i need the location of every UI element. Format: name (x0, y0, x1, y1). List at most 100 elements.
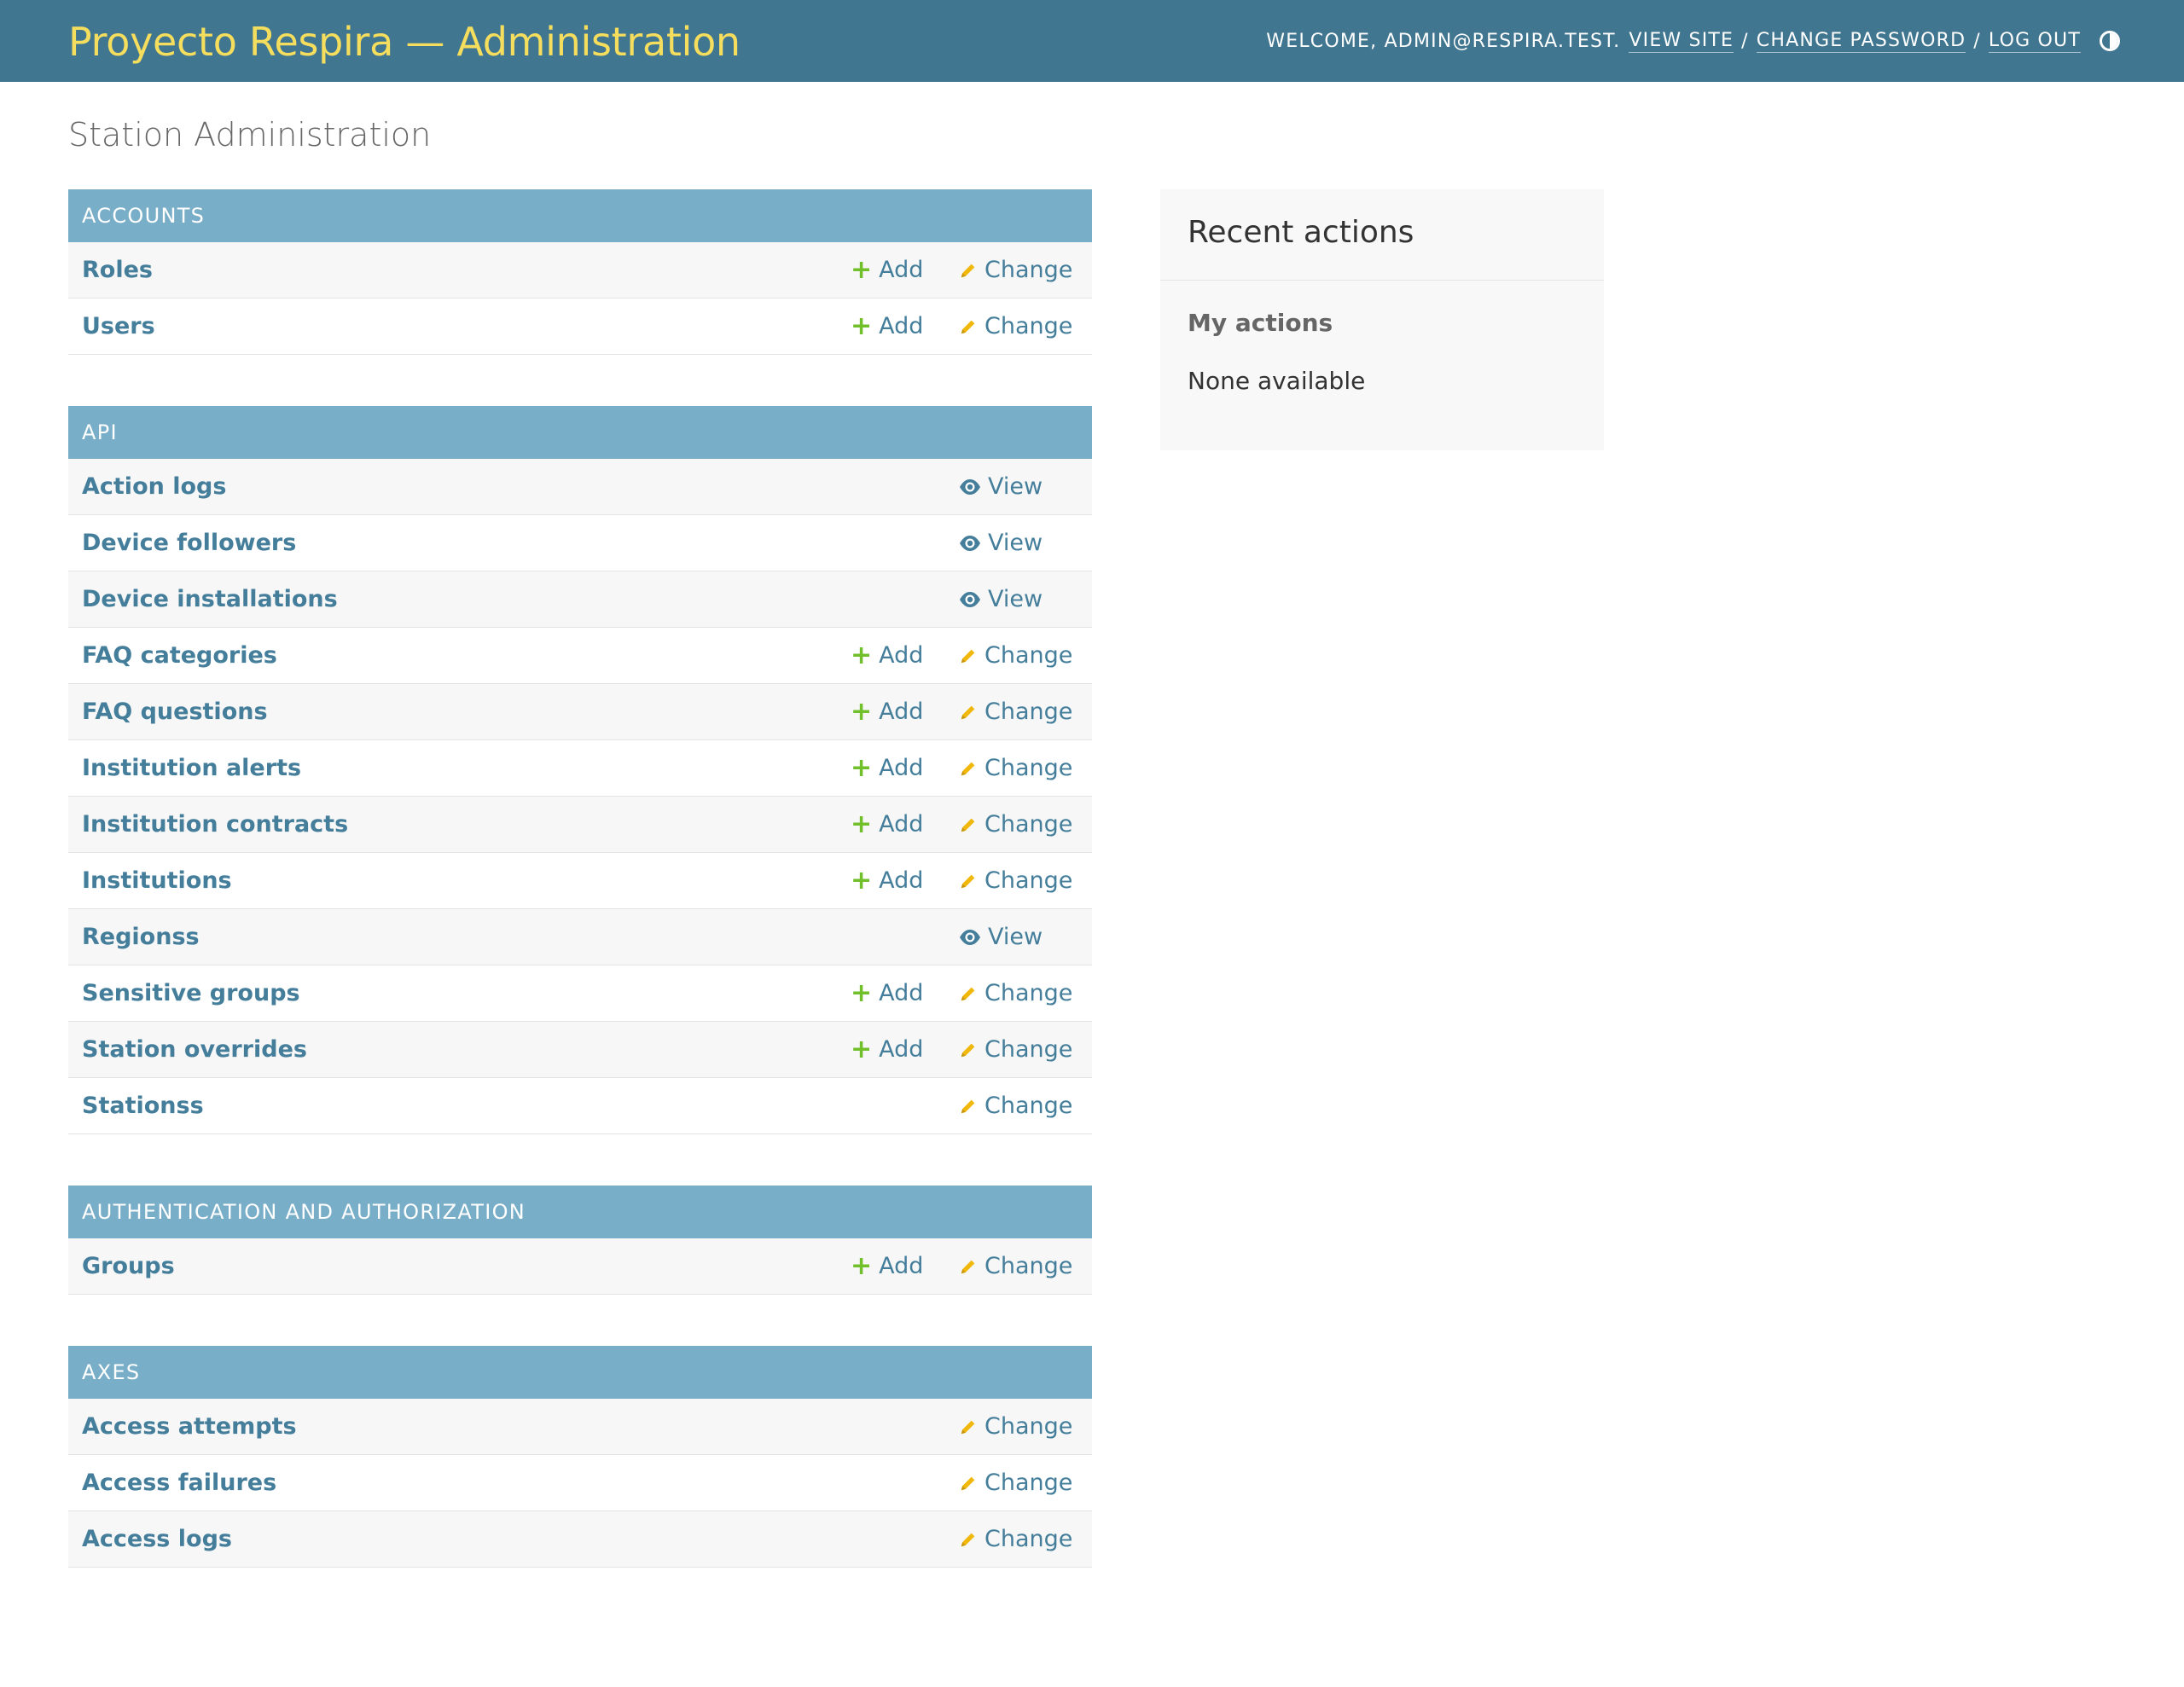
eye-icon (959, 591, 981, 608)
change-label: Change (985, 642, 1073, 669)
change-link[interactable]: Change (959, 642, 1072, 669)
change-label: Change (985, 980, 1073, 1006)
add-link[interactable]: + Add (851, 980, 923, 1006)
pencil-icon (959, 1417, 978, 1436)
add-link[interactable]: + Add (851, 1253, 923, 1279)
model-link[interactable]: Action logs (82, 473, 226, 500)
model-link[interactable]: Roles (82, 257, 153, 283)
separator: / (1973, 30, 1981, 52)
welcome-prefix: Welcome, (1266, 30, 1378, 52)
change-link[interactable]: Change (959, 313, 1072, 339)
change-link[interactable]: Change (959, 1470, 1072, 1496)
plus-icon: + (851, 310, 873, 341)
eye-icon (959, 478, 981, 496)
add-link[interactable]: + Add (851, 699, 923, 725)
add-label: Add (879, 642, 924, 669)
add-link[interactable]: + Add (851, 257, 923, 283)
site-header: Proyecto Respira — Administration Welcom… (0, 0, 2184, 82)
add-label: Add (879, 257, 924, 283)
change-password-link[interactable]: Change password (1756, 30, 1966, 53)
username: admin@respira.test (1384, 30, 1614, 52)
plus-icon: + (851, 809, 873, 839)
change-label: Change (985, 1253, 1073, 1279)
model-link[interactable]: Users (82, 313, 155, 339)
change-link[interactable]: Change (959, 1526, 1072, 1552)
module-rows: Action logs View Device followers View Devic… (68, 459, 1092, 1134)
divider (1160, 280, 1604, 281)
log-out-link[interactable]: Log out (1988, 30, 2081, 53)
add-link[interactable]: + Add (851, 811, 923, 838)
view-link[interactable]: View (959, 586, 1043, 612)
model-link[interactable]: Device followers (82, 530, 296, 556)
add-label: Add (879, 313, 924, 339)
add-label: Add (879, 980, 924, 1006)
model-link[interactable]: FAQ categories (82, 642, 277, 669)
pencil-icon (959, 1474, 978, 1493)
model-link[interactable]: Access failures (82, 1470, 276, 1496)
model-link[interactable]: Access attempts (82, 1413, 297, 1440)
theme-toggle-icon[interactable] (2100, 31, 2120, 51)
plus-icon: + (851, 865, 873, 896)
model-row: FAQ categories + Add Change (68, 628, 1092, 684)
model-link[interactable]: Stationss (82, 1093, 204, 1119)
add-link[interactable]: + Add (851, 867, 923, 894)
plus-icon: + (851, 254, 873, 285)
app-module-accounts: Accounts Roles + Add Change Users + Add Change (68, 189, 1092, 355)
module-caption[interactable]: Accounts (68, 189, 1092, 242)
change-link[interactable]: Change (959, 1253, 1072, 1279)
model-row: Regionss View (68, 909, 1092, 965)
model-row: Roles + Add Change (68, 242, 1092, 299)
model-link[interactable]: Institutions (82, 867, 232, 894)
model-link[interactable]: FAQ questions (82, 699, 268, 725)
add-link[interactable]: + Add (851, 755, 923, 781)
module-caption[interactable]: Authentication and Authorization (68, 1186, 1092, 1238)
change-link[interactable]: Change (959, 867, 1072, 894)
change-label: Change (985, 699, 1073, 725)
plus-icon: + (851, 977, 873, 1008)
view-link[interactable]: View (959, 530, 1043, 556)
change-link[interactable]: Change (959, 1413, 1072, 1440)
module-caption[interactable]: API (68, 406, 1092, 459)
site-branding[interactable]: Proyecto Respira — Administration (68, 19, 741, 65)
change-link[interactable]: Change (959, 1093, 1072, 1119)
model-link[interactable]: Station overrides (82, 1036, 307, 1063)
add-link[interactable]: + Add (851, 313, 923, 339)
module-caption[interactable]: Axes (68, 1346, 1092, 1399)
view-link[interactable]: View (959, 924, 1043, 950)
model-row: Groups + Add Change (68, 1238, 1092, 1295)
change-link[interactable]: Change (959, 257, 1072, 283)
model-row: Device followers View (68, 515, 1092, 571)
eye-icon (959, 929, 981, 946)
model-row: Access failures Change (68, 1455, 1092, 1511)
model-link[interactable]: Institution contracts (82, 811, 348, 838)
model-link[interactable]: Groups (82, 1253, 175, 1279)
change-label: Change (985, 1470, 1073, 1496)
model-row: Stationss Change (68, 1078, 1092, 1134)
pencil-icon (959, 872, 978, 890)
change-link[interactable]: Change (959, 755, 1072, 781)
model-link[interactable]: Institution alerts (82, 755, 301, 781)
view-site-link[interactable]: View site (1629, 30, 1734, 53)
change-link[interactable]: Change (959, 980, 1072, 1006)
model-link[interactable]: Device installations (82, 586, 338, 612)
my-actions-heading: My actions (1188, 309, 1333, 337)
plus-icon: + (851, 640, 873, 670)
change-link[interactable]: Change (959, 811, 1072, 838)
model-row: Institutions + Add Change (68, 853, 1092, 909)
pencil-icon (959, 759, 978, 778)
change-link[interactable]: Change (959, 699, 1072, 725)
plus-icon: + (851, 1034, 873, 1064)
add-label: Add (879, 1253, 924, 1279)
user-tools: Welcome, admin@respira.test. View site /… (1266, 26, 2120, 55)
model-link[interactable]: Access logs (82, 1526, 232, 1552)
model-link[interactable]: Regionss (82, 924, 200, 950)
app-list: Accounts Roles + Add Change Users + Add Change AP… (68, 189, 1092, 1619)
add-link[interactable]: + Add (851, 1036, 923, 1063)
pencil-icon (959, 317, 978, 336)
model-link[interactable]: Sensitive groups (82, 980, 300, 1006)
view-link[interactable]: View (959, 473, 1043, 500)
change-label: Change (985, 1036, 1073, 1063)
module-rows: Groups + Add Change (68, 1238, 1092, 1295)
change-link[interactable]: Change (959, 1036, 1072, 1063)
add-link[interactable]: + Add (851, 642, 923, 669)
